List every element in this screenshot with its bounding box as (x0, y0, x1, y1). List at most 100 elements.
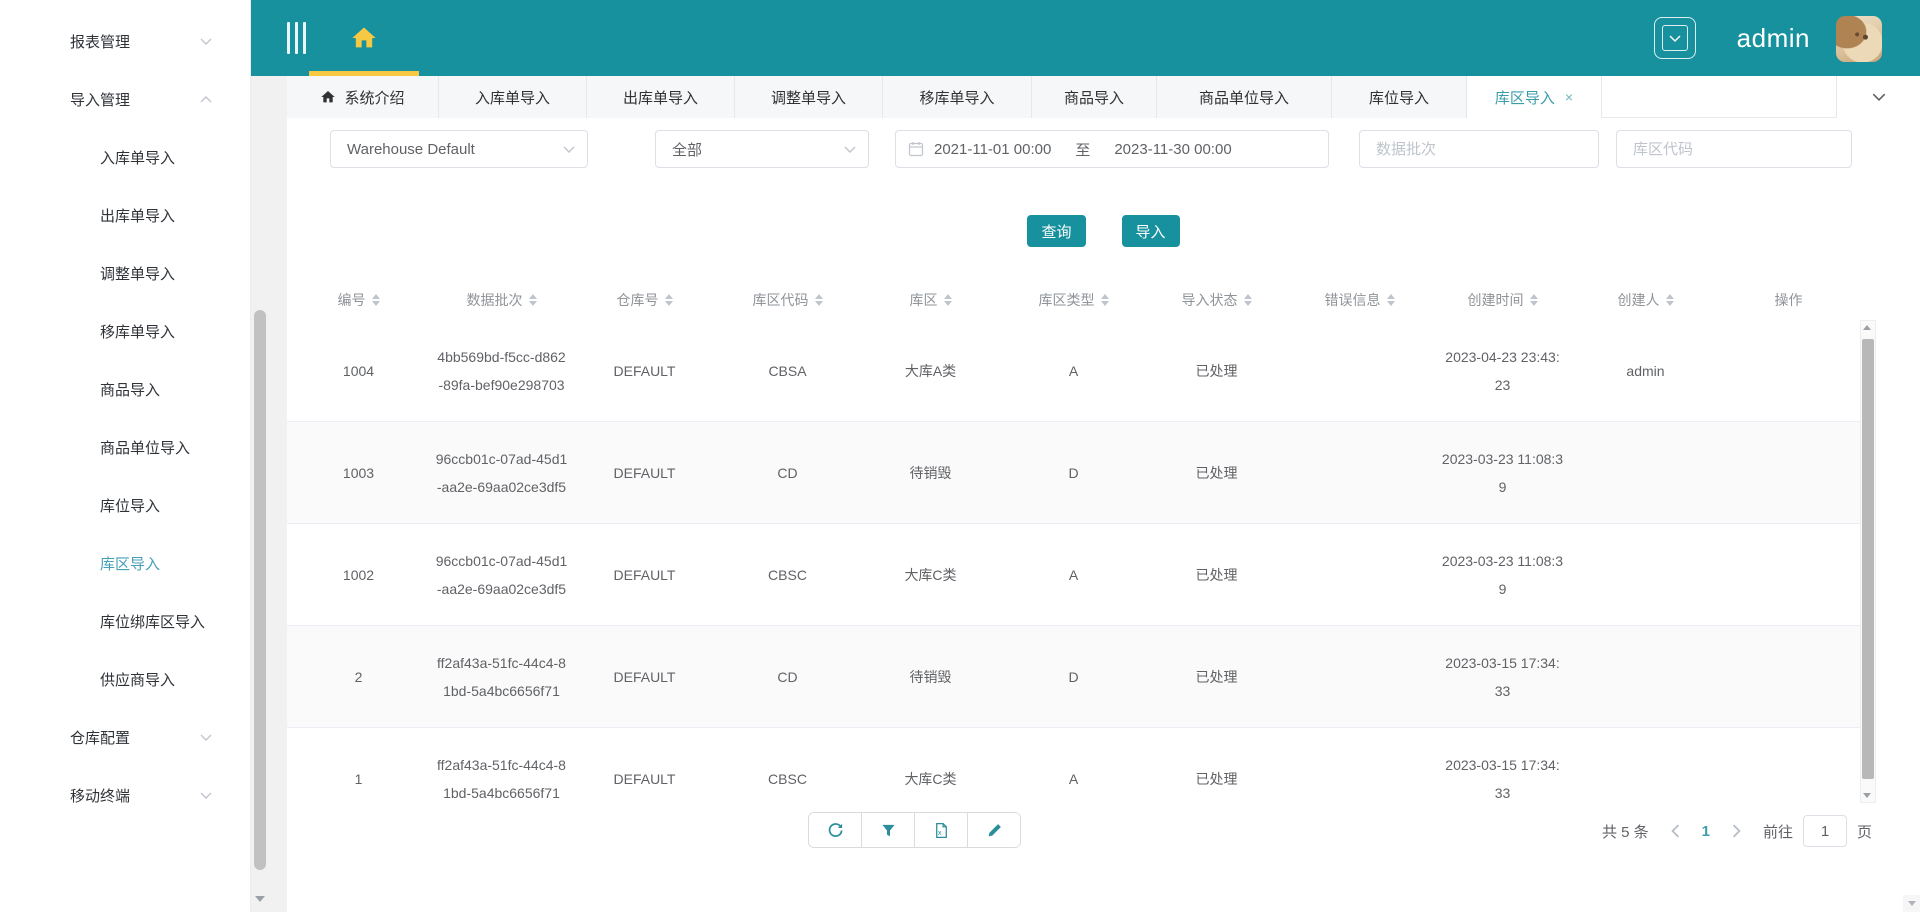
column-header-warehouse[interactable]: 仓库号 (573, 290, 716, 310)
excel-export-button[interactable]: x (915, 813, 968, 847)
scroll-down-icon[interactable] (253, 892, 267, 906)
warehouse-select[interactable]: Warehouse Default (330, 130, 588, 168)
column-header-batch[interactable]: 数据批次 (430, 290, 573, 310)
sort-carets-icon[interactable] (1243, 294, 1252, 306)
cell-zone-code: CBSC (768, 770, 807, 787)
sidebar-item-mobile-terminal[interactable]: 移动终端 (0, 766, 250, 824)
edit-button[interactable] (968, 813, 1020, 847)
table-body: 1004 4bb569bd-f5cc-d862-89fa-bef90e29870… (287, 320, 1860, 803)
table-row[interactable]: 1004 4bb569bd-f5cc-d862-89fa-bef90e29870… (287, 320, 1860, 422)
filter-button[interactable] (862, 813, 915, 847)
top-header: admin (251, 0, 1920, 76)
username-label[interactable]: admin (1737, 0, 1810, 76)
column-header-creator[interactable]: 创建人 (1574, 290, 1717, 310)
tab-location-import[interactable]: 库位导入 (1332, 76, 1467, 118)
column-header-created-time[interactable]: 创建时间 (1431, 290, 1574, 310)
column-header-zone-type[interactable]: 库区类型 (1002, 290, 1145, 310)
column-header-zone-code[interactable]: 库区代码 (716, 290, 859, 310)
cell-zone-type: A (1068, 770, 1079, 787)
filter-icon (881, 824, 895, 836)
scrollbar-thumb[interactable] (1862, 339, 1874, 779)
scroll-down-icon[interactable] (1863, 793, 1871, 798)
sidebar-item-import-mgmt[interactable]: 导入管理 (0, 70, 250, 128)
sort-carets-icon[interactable] (528, 294, 537, 306)
tab-product-import[interactable]: 商品导入 (1032, 76, 1157, 118)
date-to-value[interactable]: 2023-11-30 00:00 (1114, 141, 1231, 158)
column-header-zone[interactable]: 库区 (859, 290, 1002, 310)
table-footer: x 共 5 条 1 前往 1 页 (287, 812, 1920, 848)
date-from-value[interactable]: 2021-11-01 00:00 (934, 141, 1051, 158)
chevron-down-icon (200, 734, 212, 741)
sort-carets-icon[interactable] (814, 294, 823, 306)
cell-created: 2023-03-23 11:08:39 (1441, 552, 1564, 597)
date-range-picker[interactable]: 2021-11-01 00:00 至 2023-11-30 00:00 (895, 130, 1329, 168)
tab-list-dropdown-button[interactable] (1836, 76, 1920, 118)
tab-system-intro[interactable]: 系统介绍 (287, 76, 439, 118)
column-header-id[interactable]: 编号 (287, 290, 430, 310)
sort-carets-icon[interactable] (1529, 294, 1538, 306)
sidebar-item-supplier-import[interactable]: 供应商导入 (0, 650, 250, 708)
sidebar-item-product-unit-import[interactable]: 商品单位导入 (0, 418, 250, 476)
current-page-number[interactable]: 1 (1702, 823, 1710, 840)
scroll-up-icon[interactable] (1863, 325, 1871, 330)
date-separator-label: 至 (1075, 141, 1091, 159)
zone-code-input[interactable] (1631, 139, 1851, 159)
wms-app: 报表管理 导入管理 入库单导入 出库单导入 调整单导入 移库单导入 商品导入 商… (0, 0, 1920, 912)
column-header-import-status[interactable]: 导入状态 (1145, 290, 1288, 310)
tab-product-unit-import[interactable]: 商品单位导入 (1157, 76, 1332, 118)
search-button[interactable]: 查询 (1027, 215, 1086, 247)
cell-warehouse: DEFAULT (613, 668, 676, 685)
scrollbar-thumb[interactable] (254, 310, 266, 870)
sidebar-item-location-import[interactable]: 库位导入 (0, 476, 250, 534)
sidebar-item-adjustment-import[interactable]: 调整单导入 (0, 244, 250, 302)
sort-carets-icon[interactable] (371, 294, 380, 306)
chevron-down-icon (1872, 93, 1885, 101)
prev-page-button[interactable] (1670, 824, 1680, 838)
status-select[interactable]: 全部 (655, 130, 869, 168)
table-row[interactable]: 1003 96ccb01c-07ad-45d1-aa2e-69aa02ce3df… (287, 422, 1860, 524)
table-row[interactable]: 1002 96ccb01c-07ad-45d1-aa2e-69aa02ce3df… (287, 524, 1860, 626)
chevron-left-icon (1670, 824, 1679, 838)
sort-carets-icon[interactable] (664, 294, 673, 306)
cell-zone-type: A (1068, 362, 1079, 379)
sidebar-item-warehouse-config[interactable]: 仓库配置 (0, 708, 250, 766)
sidebar-item-outbound-import[interactable]: 出库单导入 (0, 186, 250, 244)
sidebar-item-zone-import[interactable]: 库区导入 (0, 534, 250, 592)
import-button[interactable]: 导入 (1121, 215, 1180, 247)
close-icon[interactable]: × (1565, 89, 1573, 105)
refresh-button[interactable] (809, 813, 862, 847)
sidebar-collapse-button[interactable] (287, 22, 306, 54)
table-row[interactable]: 1 ff2af43a-51fc-44c4-81bd-5a4bc6656f71 D… (287, 728, 1860, 803)
avatar[interactable] (1836, 16, 1882, 62)
tab-bar: 系统介绍 入库单导入 出库单导入 调整单导入 移库单导入 商品导入 商品单位导入… (287, 76, 1920, 118)
table-toolbar: x (808, 812, 1021, 848)
batch-input[interactable] (1374, 139, 1598, 159)
home-nav-button[interactable] (309, 0, 419, 76)
tab-outbound-import[interactable]: 出库单导入 (587, 76, 735, 118)
tab-inbound-import[interactable]: 入库单导入 (439, 76, 587, 118)
cell-batch: ff2af43a-51fc-44c4-81bd-5a4bc6656f71 (437, 756, 566, 801)
sort-carets-icon[interactable] (943, 294, 952, 306)
sidebar-item-location-bind-zone-import[interactable]: 库位绑库区导入 (0, 592, 250, 650)
tab-transfer-import[interactable]: 移库单导入 (883, 76, 1032, 118)
tab-zone-import[interactable]: 库区导入 × (1467, 76, 1602, 118)
goto-page-input[interactable]: 1 (1802, 815, 1847, 847)
next-page-button[interactable] (1732, 824, 1741, 838)
chevron-down-icon (563, 146, 575, 153)
page-scrollbar-corner[interactable] (1903, 895, 1920, 912)
chevron-down-icon (844, 146, 856, 153)
sort-carets-icon[interactable] (1665, 294, 1674, 306)
sidebar-item-product-import[interactable]: 商品导入 (0, 360, 250, 418)
sidebar-item-inbound-import[interactable]: 入库单导入 (0, 128, 250, 186)
sidebar-item-transfer-import[interactable]: 移库单导入 (0, 302, 250, 360)
column-header-error[interactable]: 错误信息 (1288, 290, 1431, 310)
fullscreen-toggle-button[interactable] (1654, 17, 1696, 59)
sidebar-item-report-mgmt[interactable]: 报表管理 (0, 12, 250, 70)
tab-adjustment-import[interactable]: 调整单导入 (735, 76, 883, 118)
sort-carets-icon[interactable] (1100, 294, 1109, 306)
sort-carets-icon[interactable] (1386, 294, 1395, 306)
table-row[interactable]: 2 ff2af43a-51fc-44c4-81bd-5a4bc6656f71 D… (287, 626, 1860, 728)
cell-batch: 96ccb01c-07ad-45d1-aa2e-69aa02ce3df5 (435, 552, 568, 597)
sidebar-scrollbar[interactable] (253, 76, 267, 912)
table-scrollbar[interactable] (1860, 320, 1876, 803)
